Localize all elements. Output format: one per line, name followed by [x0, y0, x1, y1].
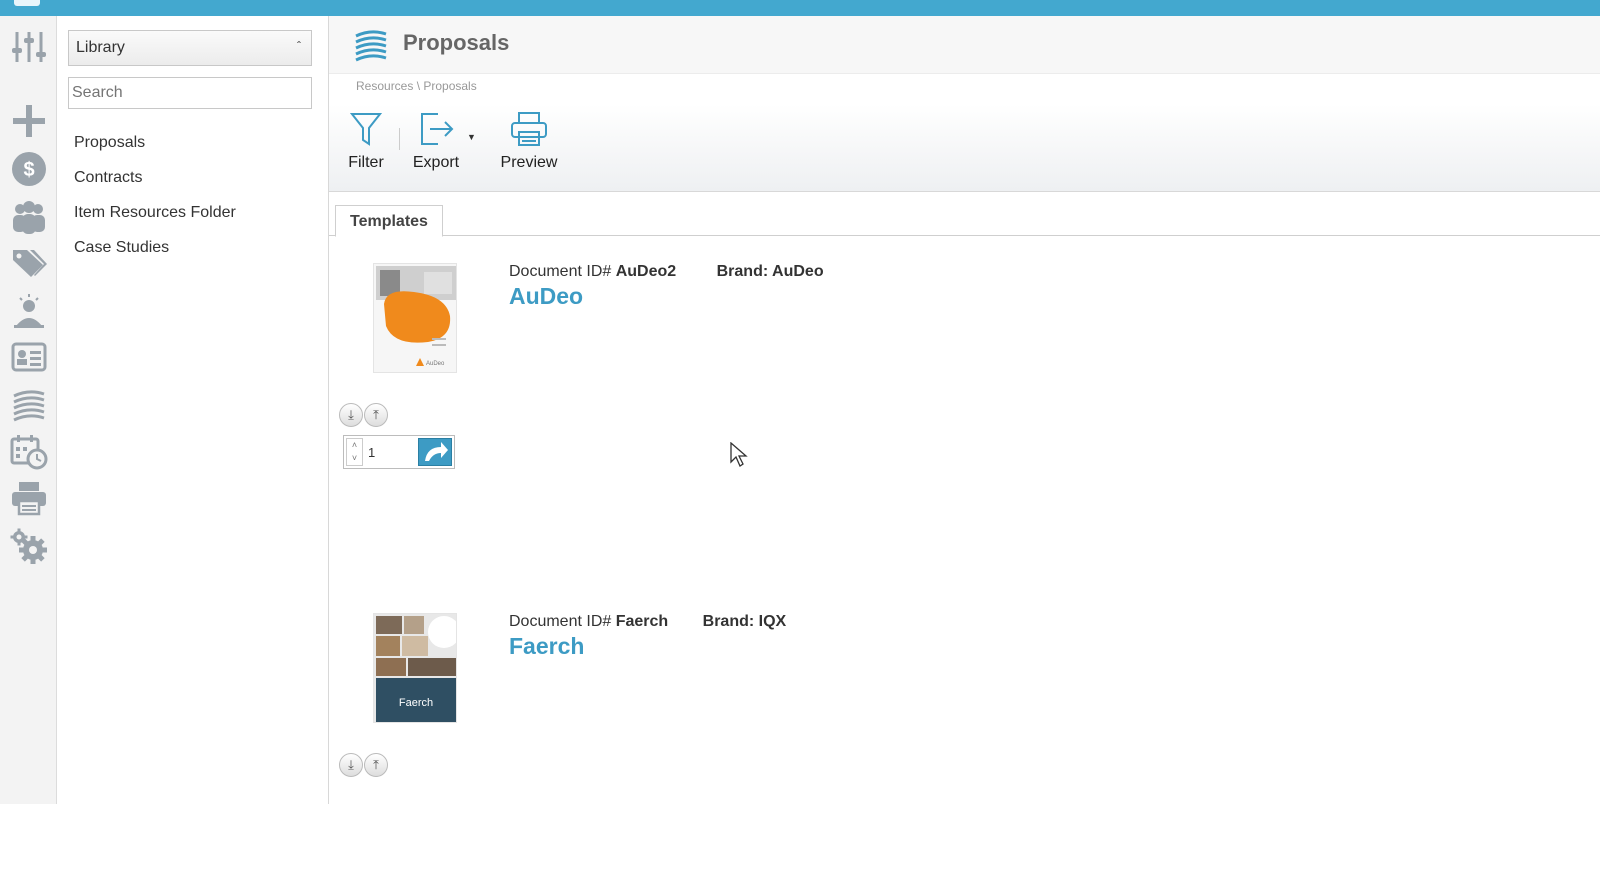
- document-meta: Document ID# AuDeo2 Brand: AuDeo: [509, 263, 824, 281]
- faerch-cover-image: Faerch: [374, 614, 456, 722]
- library-item-item-resources-folder[interactable]: Item Resources Folder: [74, 203, 236, 238]
- brand-value: IQX: [758, 613, 787, 630]
- quantity-stepper[interactable]: ˄ ˅ 1: [343, 435, 455, 469]
- contact-card-icon[interactable]: [10, 338, 48, 376]
- document-id-value: Faerch: [615, 613, 669, 630]
- library-item-contracts[interactable]: Contracts: [74, 168, 236, 203]
- page-header: Proposals: [329, 16, 1600, 74]
- export-icon: [421, 113, 454, 145]
- go-arrow-icon: [425, 442, 448, 461]
- export-label: Export: [412, 154, 460, 171]
- funnel-icon: [350, 113, 382, 146]
- document-actions: ⤓ ⤒: [339, 403, 389, 427]
- library-item-proposals[interactable]: Proposals: [74, 133, 236, 168]
- toolbar: Filter Export ▼ Preview: [329, 104, 1600, 192]
- document-id-label: Document ID#: [509, 263, 612, 280]
- brand-label: Brand:: [716, 263, 769, 280]
- breadcrumb[interactable]: Resources \ Proposals: [356, 79, 477, 93]
- document-card: AuDeo Document ID# AuDeo2 Brand: AuDeo A…: [329, 263, 1600, 543]
- tags-icon[interactable]: [10, 244, 48, 282]
- printer-icon[interactable]: [10, 479, 48, 517]
- svg-text:$: $: [23, 159, 34, 181]
- page-title: Proposals: [403, 30, 510, 55]
- filter-button[interactable]: Filter: [346, 110, 386, 172]
- thumbnail-caption: Faerch: [399, 697, 433, 709]
- tab-bar: Templates: [329, 205, 1600, 237]
- document-thumbnail[interactable]: Faerch: [373, 613, 457, 723]
- main-content: Proposals Resources \ Proposals Filter E…: [329, 16, 1600, 804]
- export-button[interactable]: Export: [411, 110, 461, 172]
- download-icon[interactable]: ⤓: [339, 403, 363, 427]
- tab-templates[interactable]: Templates: [335, 205, 443, 237]
- toolbar-divider: [399, 128, 400, 150]
- document-title-link[interactable]: AuDeo: [509, 283, 583, 310]
- export-dropdown-caret-icon[interactable]: ▼: [467, 132, 476, 142]
- document-id-value: AuDeo2: [615, 263, 677, 280]
- calendar-clock-icon[interactable]: [10, 432, 48, 470]
- document-id-label: Document ID#: [509, 613, 612, 630]
- svg-text:AuDeo: AuDeo: [426, 361, 445, 367]
- gears-icon[interactable]: [10, 528, 48, 566]
- mouse-cursor-icon: [730, 442, 748, 467]
- preview-button[interactable]: Preview: [499, 110, 559, 172]
- sliders-icon[interactable]: [10, 28, 48, 66]
- icon-rail: $: [0, 16, 57, 804]
- brand-value: AuDeo: [772, 263, 824, 280]
- dollar-icon[interactable]: $: [10, 150, 48, 188]
- open-document-button[interactable]: [418, 438, 452, 466]
- app-logo-icon[interactable]: [14, 0, 40, 6]
- download-icon[interactable]: ⤓: [339, 753, 363, 777]
- app-top-bar: [0, 0, 1600, 16]
- document-actions: ⤓ ⤒: [339, 753, 389, 777]
- library-list: Proposals Contracts Item Resources Folde…: [74, 133, 236, 273]
- layers-icon[interactable]: [10, 386, 48, 424]
- upload-icon[interactable]: ⤒: [364, 753, 388, 777]
- library-dropdown-label: Library: [76, 39, 125, 56]
- document-thumbnail[interactable]: AuDeo: [373, 263, 457, 373]
- audeo-cover-image: AuDeo: [374, 264, 456, 372]
- filter-label: Filter: [348, 154, 384, 171]
- document-card: Faerch Document ID# Faerch Brand: IQX Fa…: [329, 613, 1600, 893]
- document-meta: Document ID# Faerch Brand: IQX: [509, 613, 786, 631]
- chevron-up-icon: ˆ: [297, 39, 301, 53]
- library-dropdown[interactable]: Library ˆ: [68, 30, 312, 66]
- quantity-value: 1: [368, 445, 376, 460]
- upload-icon[interactable]: ⤒: [364, 403, 388, 427]
- search-input[interactable]: [68, 77, 312, 109]
- printer-icon: [511, 112, 547, 146]
- library-item-case-studies[interactable]: Case Studies: [74, 238, 236, 273]
- layers-icon: [355, 30, 387, 62]
- preview-label: Preview: [500, 154, 558, 171]
- plus-icon[interactable]: [10, 102, 48, 140]
- people-icon[interactable]: [10, 198, 48, 236]
- stepper-arrows-icon[interactable]: ˄ ˅: [346, 438, 363, 466]
- presenter-icon[interactable]: [10, 292, 48, 330]
- library-panel: Library ˆ Proposals Contracts Item Resou…: [57, 16, 329, 804]
- document-title-link[interactable]: Faerch: [509, 633, 584, 660]
- brand-label: Brand:: [702, 613, 755, 630]
